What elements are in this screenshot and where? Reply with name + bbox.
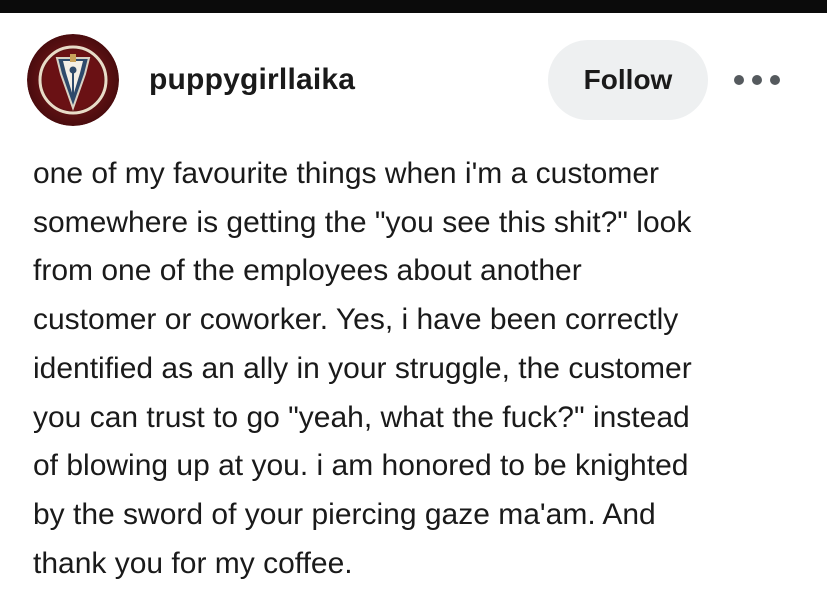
fountain-pen-nib-icon [27,34,119,126]
post-text-line: one of my favourite things when i'm a cu… [33,157,660,190]
menu-dot [734,75,744,85]
post-text-line: somewhere is getting the "you see this s… [33,205,692,239]
post-text-line: thank you for my coffee. [33,546,353,580]
top-status-bar [0,0,827,13]
menu-dot [752,75,762,85]
post-body: one of my favourite things when i'm a cu… [33,150,823,588]
menu-dot [770,75,780,85]
username[interactable]: puppygirllaika [149,60,355,100]
post-text-line: identified as an ally in your struggle, … [33,351,692,385]
more-options-icon[interactable] [734,66,780,94]
post-text-line: from one of the employees about another [33,254,582,288]
post-text-line: you can trust to go "yeah, what the fuck… [33,400,690,434]
post-text-line: customer or coworker. Yes, i have been c… [33,303,679,337]
post-text-line: of blowing up at you. i am honored to be… [33,449,689,483]
avatar[interactable] [27,34,119,126]
follow-button[interactable]: Follow [548,40,708,120]
post-text-line: by the sword of your piercing gaze ma'am… [33,497,656,531]
